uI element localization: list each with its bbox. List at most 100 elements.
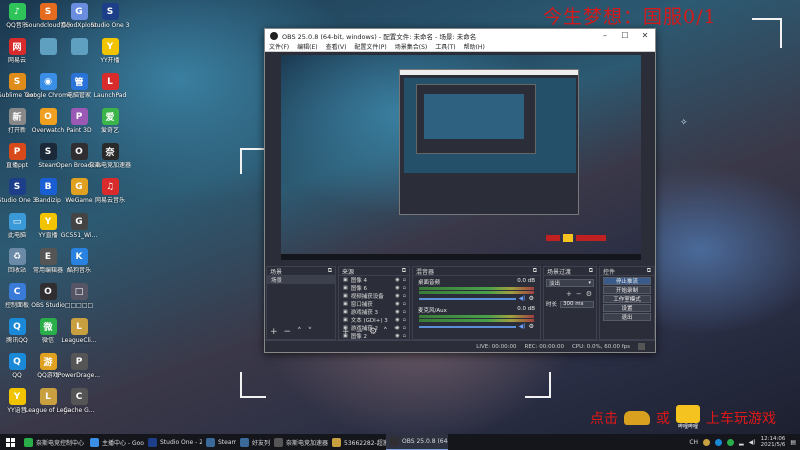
remove-transition-button[interactable]: − [576, 290, 582, 298]
control-button[interactable]: 设置 [603, 304, 651, 312]
undock-icon[interactable]: ⧉ [328, 267, 332, 275]
lock-icon[interactable]: ▫ [403, 285, 409, 291]
source-settings-icon[interactable]: ⚙ [369, 327, 377, 337]
volume-icon[interactable]: ◀) [749, 439, 756, 446]
taskbar-app[interactable]: Steam [202, 434, 236, 450]
remove-source-button[interactable]: − [356, 327, 364, 337]
menu-item[interactable]: 工具(T) [435, 42, 455, 51]
tray-icon[interactable] [715, 438, 723, 446]
transition-select[interactable]: 淡出 ▾ [546, 279, 594, 287]
taskbar-app[interactable]: OBS 25.0.8 (64-bi... [386, 434, 448, 450]
eye-icon[interactable]: ◉ [395, 317, 399, 323]
speaker-icon[interactable]: ◀) [519, 295, 526, 302]
source-item[interactable]: ▣ 图像 6 ◉ ▫ [339, 284, 409, 292]
control-button[interactable]: 工作室模式 [603, 295, 651, 303]
duration-input[interactable]: 300 ms [560, 300, 594, 308]
obs-preview[interactable] [281, 55, 641, 260]
desktop-icon[interactable]: L LeagueCli... [56, 318, 102, 344]
undock-icon[interactable]: ⧉ [647, 267, 651, 275]
lock-icon[interactable]: ▫ [403, 325, 409, 331]
source-item[interactable]: ▣ 视频捕获设备 ◉ ▫ [339, 292, 409, 300]
lock-icon[interactable]: ▫ [403, 277, 409, 283]
lock-icon[interactable]: ▫ [403, 317, 409, 323]
desktop-icon[interactable]: L LaunchPad [87, 73, 133, 99]
menu-item[interactable]: 编辑(E) [297, 42, 317, 51]
eye-icon[interactable]: ◉ [395, 293, 399, 299]
add-transition-button[interactable]: + [566, 290, 572, 298]
menu-item[interactable]: 文件(F) [269, 42, 289, 51]
scene-item[interactable]: 场景 [267, 276, 335, 284]
start-button[interactable] [0, 434, 20, 450]
source-item[interactable]: ▣ 窗口捕获 ◉ ▫ [339, 300, 409, 308]
minimize-button[interactable]: – [595, 31, 615, 40]
eye-icon[interactable]: ◉ [395, 277, 399, 283]
add-source-button[interactable]: + [342, 327, 350, 337]
tray-icon[interactable] [727, 438, 735, 446]
desktop-icon[interactable]: S Studio One 3 [87, 3, 133, 29]
volume-slider[interactable] [419, 325, 516, 328]
desktop-icon-label: YY开播 [100, 57, 120, 64]
desktop-icon[interactable]: 爱爱奇艺 [87, 108, 133, 134]
notification-icon[interactable]: ▤ [790, 439, 796, 446]
app-icon: S [8, 73, 26, 90]
desktop-icon[interactable]: □ □□□□□ [56, 283, 102, 309]
desktop-icon[interactable]: 奈奈斯电竞加速器 [87, 143, 133, 169]
move-down-button[interactable]: ˅ [394, 327, 399, 337]
mixer-settings-icon[interactable]: ⚙ [529, 295, 534, 302]
undock-icon[interactable]: ⧉ [533, 267, 537, 275]
speaker-icon[interactable]: ◀) [519, 323, 526, 330]
control-button[interactable]: 开始录制 [603, 286, 651, 294]
mixer-settings-icon[interactable]: ⚙ [529, 323, 534, 330]
menu-item[interactable]: 配置文件(P) [354, 42, 386, 51]
taskbar-app[interactable]: Studio One - 202... [144, 434, 202, 450]
desktop-icon[interactable]: G GC551_Wi... [56, 213, 102, 239]
taskbar-app[interactable]: 53662282-超激的... [328, 434, 386, 450]
volume-slider[interactable] [419, 297, 516, 300]
taskbar-app[interactable]: 奈斯电竞控制中心 [20, 434, 86, 450]
source-item[interactable]: ▣ 图像 4 ◉ ▫ [339, 276, 409, 284]
control-button[interactable]: 停止推流 [603, 277, 651, 285]
app-icon: C [70, 388, 88, 405]
obs-titlebar[interactable]: OBS 25.0.8 (64-bit, windows) - 配置文件: 未命名… [265, 29, 655, 42]
clock[interactable]: 12:14:06 2021/5/6 [761, 436, 786, 449]
move-up-button[interactable]: ˄ [297, 327, 302, 337]
network-icon[interactable]: ▂ [739, 439, 744, 446]
banner-text: 今生梦想：国服0/1 [543, 6, 717, 28]
taskbar-app[interactable]: 主播中心 - Googl... [86, 434, 144, 450]
taskbar-app[interactable]: 好友列表 [236, 434, 270, 450]
app-icon [390, 437, 399, 446]
remove-scene-button[interactable]: − [284, 327, 292, 337]
lock-icon[interactable]: ▫ [403, 301, 409, 307]
add-scene-button[interactable]: + [270, 327, 278, 337]
taskbar-app[interactable]: 奈斯电竞加速器 [270, 434, 328, 450]
desktop-icon[interactable]: K 酷狗音乐 [56, 248, 102, 274]
lock-icon[interactable]: ▫ [403, 309, 409, 315]
input-method[interactable]: CH [689, 439, 698, 446]
menu-item[interactable]: 帮助(H) [464, 42, 485, 51]
move-up-button[interactable]: ˄ [383, 327, 388, 337]
obs-window[interactable]: OBS 25.0.8 (64-bit, windows) - 配置文件: 未命名… [264, 28, 656, 353]
desktop-icon[interactable]: ♫ 网易云音乐 [87, 178, 133, 204]
app-icon: O [39, 283, 57, 300]
source-item[interactable]: ▣ 文本 (GDI+) 3 ◉ ▫ [339, 316, 409, 324]
desktop-icon[interactable]: Y YY开播 [87, 38, 133, 64]
maximize-button[interactable]: ☐ [615, 31, 635, 40]
source-item[interactable]: ▣ 游戏捕获 3 ◉ ▫ [339, 308, 409, 316]
lock-icon[interactable]: ▫ [403, 333, 409, 339]
close-button[interactable]: ✕ [635, 31, 655, 40]
tray-icon[interactable] [703, 438, 711, 446]
desktop-icon[interactable]: C Cache G... [56, 388, 102, 414]
lock-icon[interactable]: ▫ [403, 293, 409, 299]
control-button[interactable]: 退出 [603, 313, 651, 321]
menu-item[interactable]: 查看(V) [326, 42, 347, 51]
desktop-icon[interactable]: P PowerDrage... [56, 353, 102, 379]
move-down-button[interactable]: ˅ [308, 327, 313, 337]
eye-icon[interactable]: ◉ [395, 301, 399, 307]
sparkle-icon: ✧ [680, 118, 688, 128]
eye-icon[interactable]: ◉ [395, 285, 399, 291]
undock-icon[interactable]: ⧉ [402, 267, 406, 275]
undock-icon[interactable]: ⧉ [589, 267, 593, 275]
eye-icon[interactable]: ◉ [395, 309, 399, 315]
transition-settings-icon[interactable]: ⚙ [586, 290, 592, 298]
menu-item[interactable]: 场景集合(S) [395, 42, 428, 51]
